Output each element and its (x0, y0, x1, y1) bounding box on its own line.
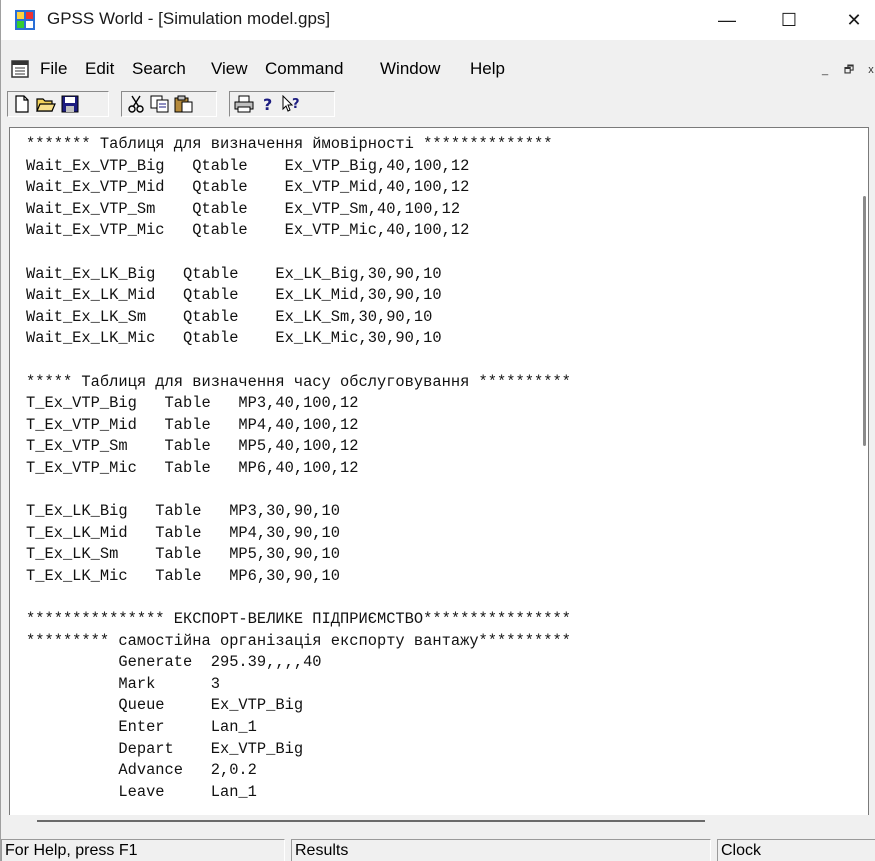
editor-area[interactable]: ******* Таблиця для визначення ймовірнос… (9, 127, 869, 821)
maximize-button[interactable]: ☐ (759, 0, 819, 40)
status-results-pane: Results (291, 839, 711, 861)
toolbar-file-group (7, 91, 109, 117)
code-line[interactable]: T_Ex_LK_Sm Table MP5,30,90,10 (26, 544, 571, 566)
context-help-button[interactable]: ? (280, 93, 304, 115)
print-button[interactable] (232, 93, 256, 115)
maximize-icon: ☐ (780, 9, 798, 30)
code-line[interactable]: ***** Таблиця для визначення часу обслуг… (26, 372, 571, 394)
menu-view[interactable]: View (211, 59, 248, 79)
print-icon (234, 95, 254, 113)
menu-bar: File Edit Search View Command Window Hel… (1, 55, 875, 85)
code-line[interactable]: ********* самостійна організація експорт… (26, 631, 571, 653)
open-button[interactable] (34, 93, 58, 115)
menu-search[interactable]: Search (132, 59, 186, 79)
gpss-app-icon (15, 10, 35, 30)
code-line[interactable]: Wait_Ex_VTP_Sm Qtable Ex_VTP_Sm,40,100,1… (26, 199, 571, 221)
code-line[interactable]: T_Ex_LK_Mid Table MP4,30,90,10 (26, 523, 571, 545)
code-line[interactable]: Queue Ex_VTP_Big (26, 695, 571, 717)
vertical-scrollbar[interactable] (854, 128, 868, 820)
code-line[interactable]: Mark 3 (26, 674, 571, 696)
code-line[interactable]: T_Ex_VTP_Mid Table MP4,40,100,12 (26, 415, 571, 437)
code-line[interactable] (26, 350, 571, 372)
copy-button[interactable] (148, 93, 172, 115)
status-help-pane: For Help, press F1 (1, 839, 285, 861)
code-line[interactable]: Depart Ex_VTP_Big (26, 739, 571, 761)
copy-icon (150, 95, 169, 113)
toolbar-misc-group: ? ? (229, 91, 335, 117)
code-line[interactable]: *************** ЕКСПОРТ-ВЕЛИКЕ ПІДПРИЄМС… (26, 609, 571, 631)
toolbar: ? ? (1, 88, 875, 122)
code-text[interactable]: ******* Таблиця для визначення ймовірнос… (26, 134, 571, 803)
save-icon (61, 95, 79, 113)
toolbar-edit-group (121, 91, 217, 117)
code-line[interactable] (26, 480, 571, 502)
vertical-scroll-thumb[interactable] (863, 196, 866, 446)
paste-button[interactable] (172, 93, 196, 115)
paste-icon (174, 95, 193, 113)
code-line[interactable]: Enter Lan_1 (26, 717, 571, 739)
cut-icon (128, 95, 144, 113)
mdi-close-button[interactable]: x (864, 63, 875, 77)
save-button[interactable] (58, 93, 82, 115)
code-line[interactable]: Wait_Ex_VTP_Big Qtable Ex_VTP_Big,40,100… (26, 156, 571, 178)
menu-help[interactable]: Help (470, 59, 505, 79)
minimize-button[interactable]: — (697, 0, 757, 40)
help-icon: ? (263, 95, 272, 113)
code-line[interactable]: ******* Таблиця для визначення ймовірнос… (26, 134, 571, 156)
code-line[interactable]: T_Ex_VTP_Sm Table MP5,40,100,12 (26, 436, 571, 458)
menu-window[interactable]: Window (380, 59, 440, 79)
window-title: GPSS World - [Simulation model.gps] (47, 9, 331, 28)
code-line[interactable]: Advance 2,0.2 (26, 760, 571, 782)
code-line[interactable]: Wait_Ex_LK_Sm Qtable Ex_LK_Sm,30,90,10 (26, 307, 571, 329)
code-line[interactable]: Wait_Ex_LK_Big Qtable Ex_LK_Big,30,90,10 (26, 264, 571, 286)
code-line[interactable] (26, 587, 571, 609)
code-line[interactable]: T_Ex_LK_Mic Table MP6,30,90,10 (26, 566, 571, 588)
code-line[interactable]: Wait_Ex_LK_Mid Qtable Ex_LK_Mid,30,90,10 (26, 285, 571, 307)
new-icon (15, 95, 29, 113)
document-icon[interactable] (11, 60, 29, 78)
horizontal-scroll-thumb[interactable] (37, 820, 705, 822)
cut-button[interactable] (124, 93, 148, 115)
open-icon (36, 98, 56, 112)
close-icon: ✕ (846, 9, 862, 30)
new-button[interactable] (10, 93, 34, 115)
context-help-icon: ? (282, 95, 300, 112)
app-window: GPSS World - [Simulation model.gps] — ☐ … (0, 0, 875, 861)
code-line[interactable]: Generate 295.39,,,,40 (26, 652, 571, 674)
code-line[interactable]: Wait_Ex_LK_Mic Qtable Ex_LK_Mic,30,90,10 (26, 328, 571, 350)
code-line[interactable]: Wait_Ex_VTP_Mic Qtable Ex_VTP_Mic,40,100… (26, 220, 571, 242)
svg-text:?: ? (263, 95, 272, 113)
code-line[interactable]: Wait_Ex_VTP_Mid Qtable Ex_VTP_Mid,40,100… (26, 177, 571, 199)
code-line[interactable]: Leave Lan_1 (26, 782, 571, 804)
menu-command[interactable]: Command (265, 59, 343, 79)
horizontal-scrollbar[interactable] (9, 815, 869, 827)
code-line[interactable]: T_Ex_VTP_Mic Table MP6,40,100,12 (26, 458, 571, 480)
menu-file[interactable]: File (40, 59, 67, 79)
title-bar[interactable]: GPSS World - [Simulation model.gps] — ☐ … (1, 0, 875, 40)
code-line[interactable]: T_Ex_VTP_Big Table MP3,40,100,12 (26, 393, 571, 415)
code-line[interactable]: T_Ex_LK_Big Table MP3,30,90,10 (26, 501, 571, 523)
menu-edit[interactable]: Edit (85, 59, 114, 79)
mdi-restore-button[interactable]: 🗗 (842, 63, 856, 77)
status-bar: For Help, press F1 Results Clock (1, 836, 875, 861)
minimize-icon: — (718, 9, 736, 30)
status-clock-pane: Clock (717, 839, 875, 861)
mdi-minimize-button[interactable]: _ (818, 63, 832, 77)
close-button[interactable]: ✕ (824, 0, 875, 40)
svg-text:?: ? (292, 97, 300, 112)
help-button[interactable]: ? (256, 93, 280, 115)
code-line[interactable] (26, 242, 571, 264)
